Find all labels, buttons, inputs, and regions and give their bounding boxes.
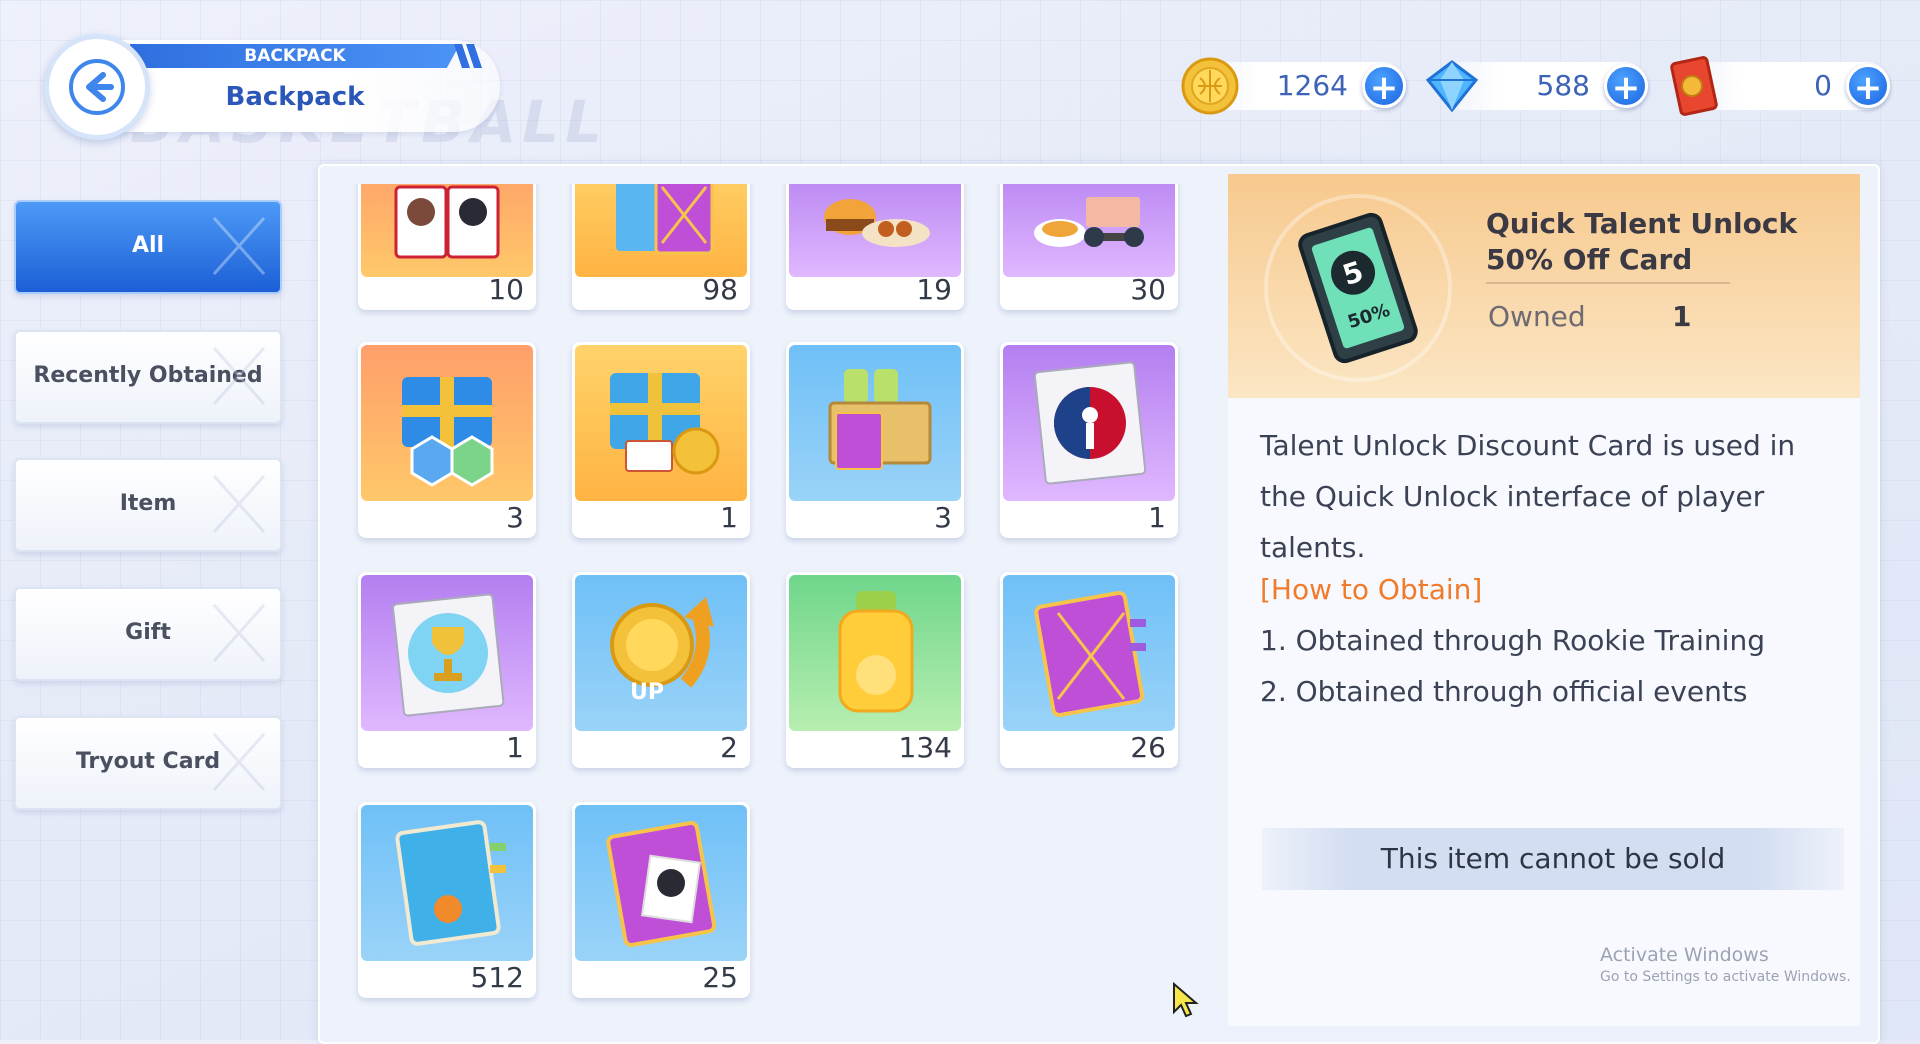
header-tag: BACKPACK [130, 44, 460, 68]
obtain-title: [How to Obtain] [1260, 573, 1483, 606]
item-count: 1 [506, 731, 524, 764]
mouse-cursor-icon [1173, 982, 1199, 1018]
diamond-amount: 588 [1536, 69, 1590, 102]
tab-tryout-card-label: Tryout Card [75, 749, 221, 774]
skill-book-icon [575, 184, 747, 277]
item-count: 134 [898, 731, 952, 764]
item-slot[interactable]: UP 2 [572, 572, 750, 768]
item-count: 98 [702, 273, 738, 306]
tab-all-label: All [131, 233, 165, 258]
currency-ticket: 0 + [1670, 56, 1890, 116]
tab-item-label: Item [119, 491, 177, 516]
add-ticket-button[interactable]: + [1846, 64, 1890, 108]
sell-status: This item cannot be sold [1262, 828, 1844, 890]
supply-crate-icon [789, 345, 961, 501]
item-count: 512 [470, 961, 524, 994]
item-slot[interactable]: 512 [358, 802, 536, 998]
tab-item[interactable]: Item [14, 458, 282, 552]
item-slot[interactable]: 26 [1000, 572, 1178, 768]
back-arrow-icon [69, 59, 125, 115]
tab-tryout-card[interactable]: Tryout Card [14, 716, 282, 810]
owned-value: 1 [1672, 300, 1692, 333]
obtain-method: 1. Obtained through Rookie Training [1260, 624, 1765, 657]
item-count: 30 [1130, 273, 1166, 306]
coin-icon [1181, 57, 1239, 115]
item-count: 25 [702, 961, 738, 994]
item-count: 1 [1148, 501, 1166, 534]
item-slot[interactable]: 3 [358, 342, 536, 538]
player-book-icon [575, 805, 747, 961]
owned-label: Owned [1488, 300, 1586, 333]
item-name: Quick Talent Unlock 50% Off Card [1486, 207, 1798, 276]
tab-decoration-icon [212, 733, 266, 791]
add-diamond-button[interactable]: + [1604, 64, 1648, 108]
item-slot[interactable]: 98 [572, 184, 750, 310]
add-coin-button[interactable]: + [1362, 64, 1406, 108]
gift-box-badges-icon [361, 345, 533, 501]
header-stripes [454, 44, 482, 68]
tab-gift[interactable]: Gift [14, 587, 282, 681]
back-button[interactable] [44, 34, 150, 140]
training-meal-icon [1003, 184, 1175, 277]
purple-book-icon [1003, 575, 1175, 731]
item-slot[interactable]: 1 [358, 572, 536, 768]
item-grid[interactable]: 10 98 19 30 3 1 3 1 1 UP 2 134 26 512 25 [330, 184, 1220, 1030]
page-title: Backpack [225, 82, 365, 112]
windows-activation-watermark: Activate Windows Go to Settings to activ… [1600, 944, 1851, 988]
item-count: 3 [934, 501, 952, 534]
item-description: Talent Unlock Discount Card is used in t… [1260, 429, 1796, 564]
item-slot[interactable]: 3 [786, 342, 964, 538]
trophy-card-icon [361, 575, 533, 731]
svg-text:UP: UP [630, 680, 664, 705]
item-slot[interactable]: 134 [786, 572, 964, 768]
item-count: 10 [488, 273, 524, 306]
diamond-icon [1425, 60, 1479, 113]
item-count: 19 [916, 273, 952, 306]
ticket-card-icon [1670, 56, 1718, 116]
currency-diamond: 588 + [1425, 60, 1648, 113]
item-count: 1 [720, 501, 738, 534]
coin-amount: 1264 [1276, 69, 1348, 102]
player-cards-icon [361, 184, 533, 277]
food-platter-icon [789, 184, 961, 277]
item-slot[interactable]: 19 [786, 184, 964, 310]
item-count: 26 [1130, 731, 1166, 764]
currency-coin: 1264 + [1181, 57, 1406, 115]
discount-card-icon: 5 50% [1264, 194, 1452, 382]
ticket-amount: 0 [1814, 69, 1832, 102]
item-slot[interactable]: 25 [572, 802, 750, 998]
nba-badge-card-icon [1003, 345, 1175, 501]
tab-decoration-icon [212, 604, 266, 662]
tab-recently-obtained[interactable]: Recently Obtained [14, 330, 282, 424]
divider [1486, 282, 1730, 284]
item-slot[interactable]: 1 [1000, 342, 1178, 538]
item-count: 3 [506, 501, 524, 534]
item-slot[interactable]: 30 [1000, 184, 1178, 310]
item-slot[interactable]: 1 [572, 342, 750, 538]
tab-decoration-icon [212, 347, 266, 405]
item-count: 2 [720, 731, 738, 764]
item-slot[interactable]: 10 [358, 184, 536, 310]
tab-all[interactable]: All [14, 200, 282, 294]
juice-bottle-icon [789, 575, 961, 731]
blue-notebook-icon [361, 805, 533, 961]
tab-decoration-icon [212, 217, 266, 275]
obtain-method: 2. Obtained through official events [1260, 675, 1748, 708]
gift-box-coin-icon [575, 345, 747, 501]
tab-decoration-icon [212, 475, 266, 533]
watermark-line1: Activate Windows [1600, 944, 1769, 966]
watermark-line2: Go to Settings to activate Windows. [1600, 969, 1851, 985]
coin-up-icon: UP [575, 575, 747, 731]
tab-gift-label: Gift [125, 620, 171, 645]
